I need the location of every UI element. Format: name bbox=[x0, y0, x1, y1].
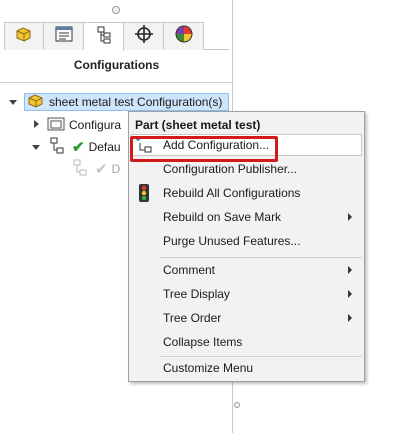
checkmark-icon: ✔ bbox=[95, 161, 108, 178]
menu-item-label: Tree Order bbox=[163, 311, 222, 325]
chevron-right-icon bbox=[33, 120, 39, 128]
menu-item-comment[interactable]: Comment bbox=[131, 259, 362, 281]
submenu-arrow-icon bbox=[348, 213, 352, 221]
color-wheel-icon bbox=[175, 25, 193, 48]
tree-item-label: D bbox=[111, 162, 121, 176]
tree-item-label: Defau bbox=[88, 140, 121, 154]
menu-item-label: Rebuild All Configurations bbox=[163, 186, 301, 200]
tab-feature-manager[interactable] bbox=[4, 22, 44, 50]
splitter-grip-dot bbox=[234, 402, 240, 408]
tree-item-configurations-folder[interactable]: Configura bbox=[47, 116, 121, 134]
tab-property-manager[interactable] bbox=[44, 22, 84, 50]
menu-separator bbox=[159, 257, 362, 258]
menu-item-label: Purge Unused Features... bbox=[163, 234, 301, 248]
panel-divider bbox=[0, 82, 233, 83]
part-cube-icon bbox=[27, 93, 45, 112]
tree-item-default-config[interactable]: ✔ Defau bbox=[50, 137, 121, 158]
configuration-tree-icon bbox=[73, 159, 89, 180]
tree-root-item[interactable]: sheet metal test Configuration(s) bbox=[24, 93, 229, 111]
context-menu-header: Part (sheet metal test) bbox=[135, 118, 261, 132]
menu-item-label: Tree Display bbox=[163, 287, 230, 301]
menu-item-tree-order[interactable]: Tree Order bbox=[131, 307, 362, 329]
expand-toggle-item-2[interactable] bbox=[31, 142, 41, 152]
part-cube-icon bbox=[14, 25, 34, 48]
annotation-highlight-box bbox=[130, 136, 278, 162]
crosshair-icon bbox=[134, 25, 153, 48]
menu-item-label: Customize Menu bbox=[163, 361, 254, 375]
submenu-arrow-icon bbox=[348, 290, 352, 298]
chevron-down-icon bbox=[32, 144, 40, 150]
menu-item-purge-unused-features[interactable]: Purge Unused Features... bbox=[131, 230, 362, 252]
configuration-tree-icon bbox=[50, 137, 66, 158]
tab-dimxpert-manager[interactable] bbox=[124, 22, 164, 50]
manager-tabs bbox=[4, 22, 229, 51]
folder-icon bbox=[47, 116, 65, 135]
menu-item-tree-display[interactable]: Tree Display bbox=[131, 283, 362, 305]
menu-item-label: Rebuild on Save Mark bbox=[163, 210, 282, 224]
menu-item-collapse-items[interactable]: Collapse Items bbox=[131, 331, 362, 353]
tree-item-derived-config[interactable]: ✔ D bbox=[73, 159, 121, 180]
tab-configuration-manager[interactable] bbox=[84, 22, 124, 51]
expand-toggle-root[interactable] bbox=[8, 97, 18, 107]
panel-grip-handle[interactable] bbox=[112, 6, 120, 14]
submenu-arrow-icon bbox=[348, 266, 352, 274]
chevron-down-icon bbox=[9, 99, 17, 105]
tree-root-label: sheet metal test Configuration(s) bbox=[49, 95, 223, 109]
menu-item-label: Configuration Publisher... bbox=[163, 162, 298, 176]
expand-toggle-item-1[interactable] bbox=[31, 119, 41, 129]
menu-item-rebuild-on-save-mark[interactable]: Rebuild on Save Mark bbox=[131, 206, 362, 228]
submenu-arrow-icon bbox=[348, 314, 352, 322]
tree-item-label: Configura bbox=[69, 118, 122, 132]
traffic-light-icon bbox=[134, 183, 154, 203]
checkmark-icon: ✔ bbox=[72, 139, 85, 156]
menu-item-rebuild-all-configurations[interactable]: Rebuild All Configurations bbox=[131, 182, 362, 204]
menu-item-label: Collapse Items bbox=[163, 335, 243, 349]
tab-display-manager[interactable] bbox=[164, 22, 204, 50]
property-list-icon bbox=[55, 26, 73, 47]
panel-splitter[interactable] bbox=[233, 380, 241, 433]
menu-item-customize-menu[interactable]: Customize Menu bbox=[131, 357, 362, 379]
configuration-tree-icon bbox=[96, 26, 112, 49]
panel-title: Configurations bbox=[73, 58, 160, 72]
menu-item-label: Comment bbox=[163, 263, 216, 277]
